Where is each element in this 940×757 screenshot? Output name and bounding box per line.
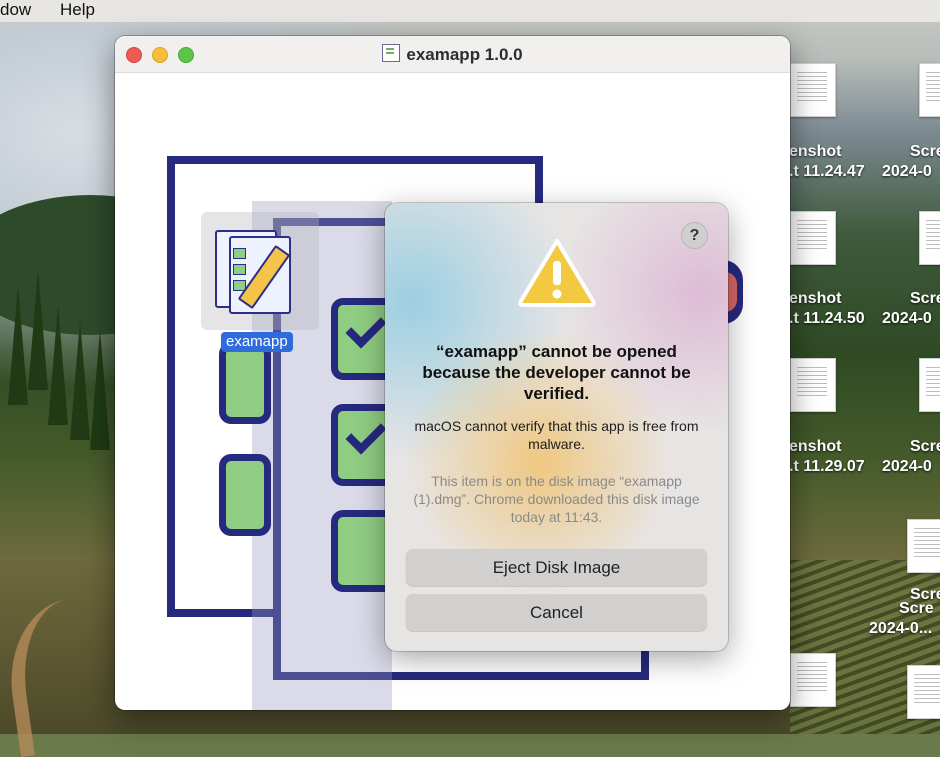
window-title: examapp 1.0.0 [115, 44, 790, 65]
tree [90, 330, 110, 450]
desktop-file-label: Scre [910, 143, 940, 160]
desktop-file-icon[interactable] [919, 63, 940, 117]
gatekeeper-alert: ? “examapp” cannot be opened because the… [385, 203, 728, 651]
check-box-icon [219, 454, 271, 536]
tree [28, 270, 48, 390]
alert-title: “examapp” cannot be opened because the d… [422, 342, 691, 403]
desktop-file-icon[interactable] [919, 211, 940, 265]
warning-icon [518, 239, 596, 307]
cancel-button[interactable]: Cancel [406, 594, 707, 631]
desktop-file-label: enshot [789, 143, 842, 160]
desktop-file-icon[interactable] [907, 519, 940, 573]
tree [8, 285, 28, 405]
menu-help[interactable]: Help [60, 0, 95, 20]
desktop-file-label: 2024-0 [882, 310, 932, 327]
desktop-file-label: 2024-0... [869, 620, 933, 637]
tree [70, 320, 90, 440]
desktop-file-icon[interactable] [907, 665, 940, 719]
desktop-file-label: Scre [910, 290, 940, 307]
desktop-file-icon[interactable] [790, 211, 836, 265]
checkmark-icon [345, 307, 387, 349]
checkmark-icon [345, 413, 387, 455]
desktop-file-label: .t 11.24.47 [789, 163, 865, 180]
alert-message: macOS cannot verify that this app is fre… [414, 418, 699, 452]
desktop-file-icon[interactable] [790, 358, 836, 412]
check-box-icon [233, 248, 246, 259]
desktop-file-icon[interactable] [919, 358, 940, 412]
menu-window[interactable]: dow [0, 0, 31, 20]
desktop-file-label: .t 11.24.50 [789, 310, 865, 327]
desktop-file-label: enshot [789, 290, 842, 307]
help-icon[interactable]: ? [681, 222, 708, 249]
desktop-file-label: .t 11.29.07 [789, 458, 865, 475]
desktop-file-icon[interactable] [790, 63, 836, 117]
document-icon [382, 44, 401, 62]
eject-disk-image-button[interactable]: Eject Disk Image [406, 549, 707, 586]
desktop-file-label: 2024-0 [882, 163, 932, 180]
desktop-file-label: 2024-0 [882, 458, 932, 475]
window-title-text: examapp 1.0.0 [406, 45, 523, 64]
dirt-road [0, 592, 134, 757]
menu-bar: dow Help [0, 0, 940, 22]
alert-note: This item is on the disk image “examapp … [413, 473, 700, 525]
tree [48, 305, 68, 425]
check-box-icon [219, 342, 271, 424]
check-box-icon [233, 264, 246, 275]
app-label[interactable]: examapp [221, 332, 293, 352]
desktop-file-label: enshot [789, 438, 842, 455]
desktop-file-label: Scre [899, 600, 934, 617]
desktop-file-icon[interactable] [790, 653, 836, 707]
desktop-file-label: Scre [910, 438, 940, 455]
window-titlebar[interactable]: examapp 1.0.0 [115, 36, 790, 73]
app-icon[interactable] [215, 230, 303, 314]
